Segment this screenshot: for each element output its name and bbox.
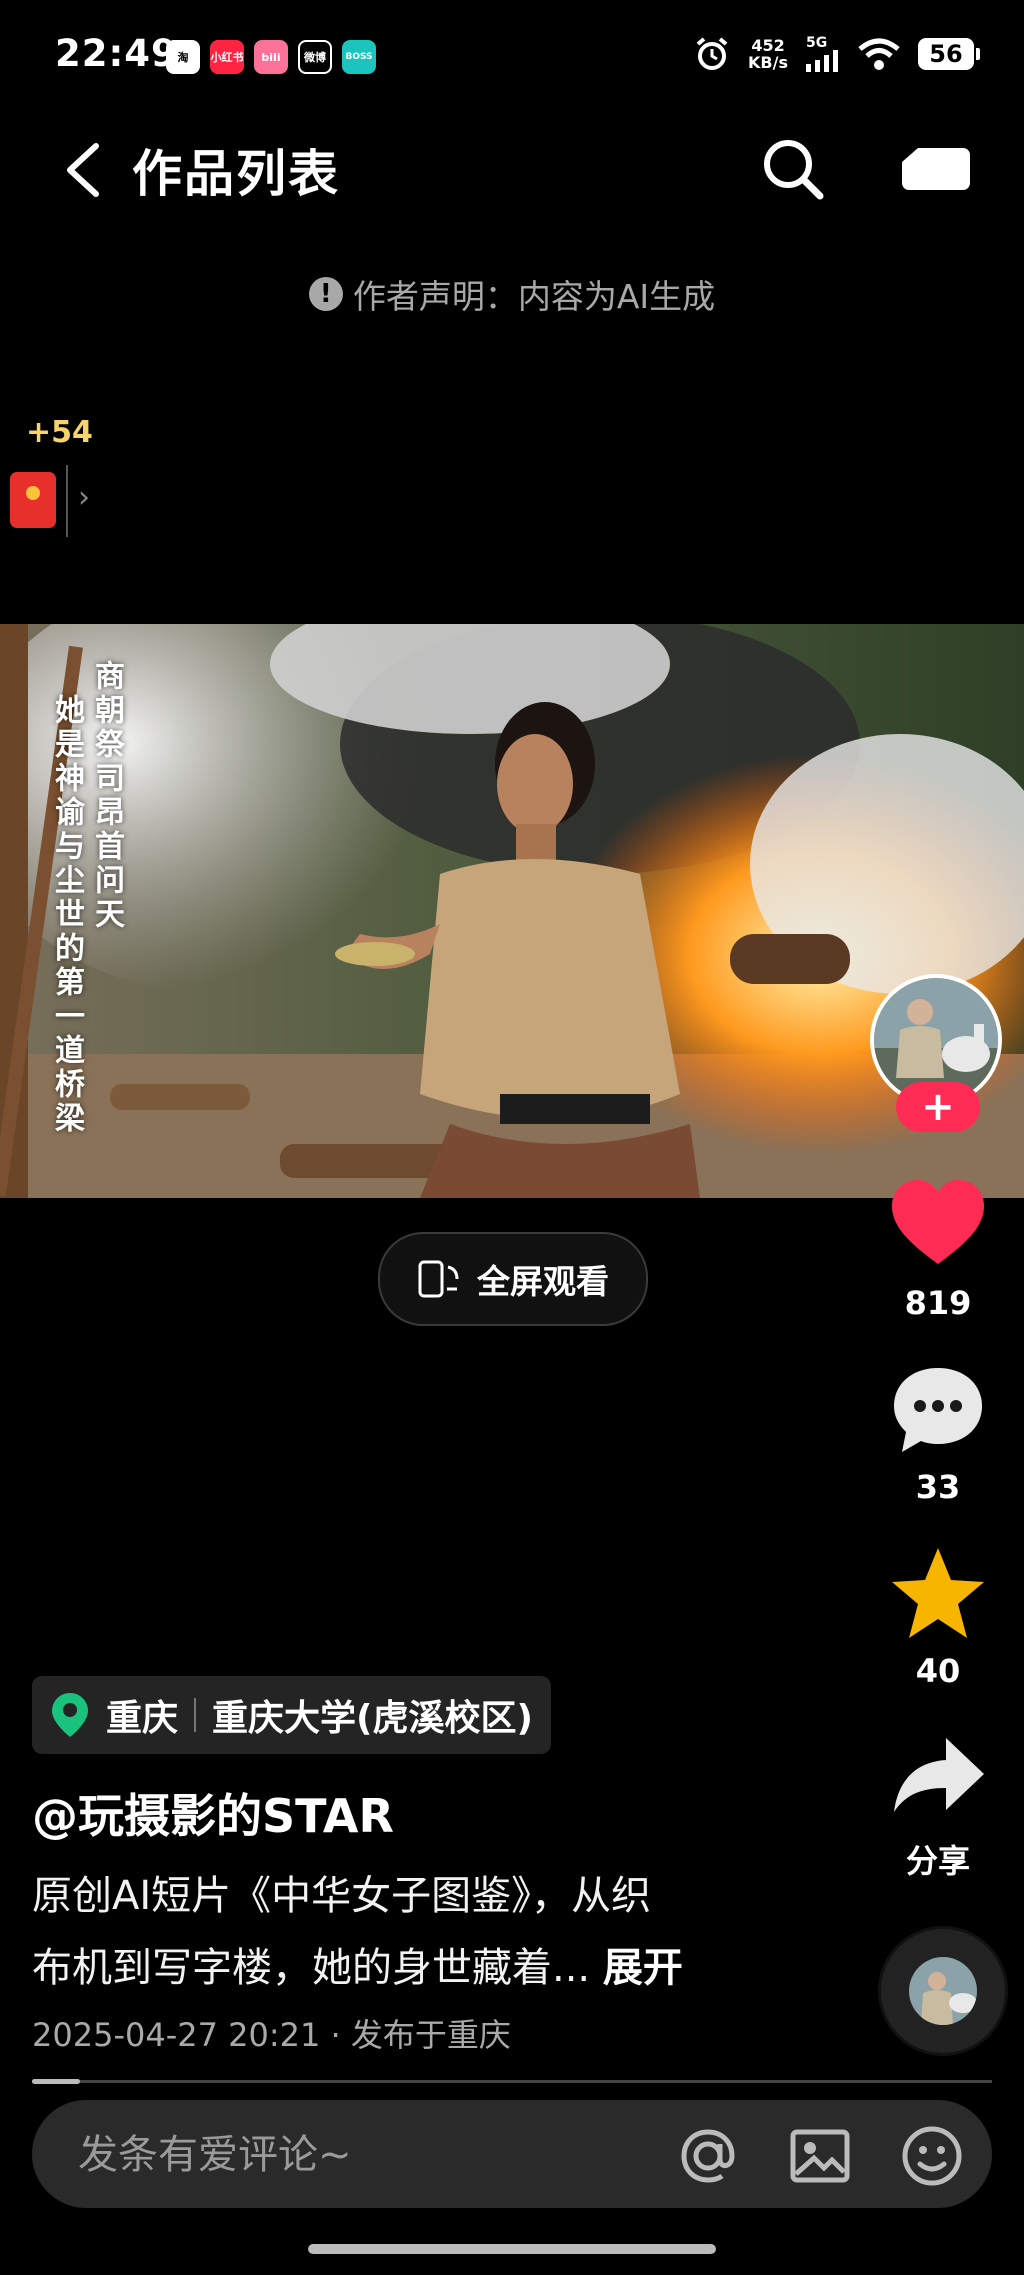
ai-notice-text: 作者声明：内容为AI生成 — [352, 277, 716, 316]
expand-button[interactable]: 展开 — [603, 1945, 683, 1991]
emoji-icon[interactable] — [900, 2124, 964, 2188]
video-camera-icon[interactable] — [900, 142, 972, 196]
share-label: 分享 — [905, 1842, 970, 1880]
divider — [194, 1698, 197, 1732]
description-line-2: 布机到写字楼，她的身世藏着... 展开 — [32, 1932, 732, 2004]
music-disc[interactable] — [878, 1926, 1008, 2056]
favorite-count: 40 — [915, 1652, 961, 1690]
description-text: 布机到写字楼，她的身世藏着... — [32, 1945, 591, 1991]
bilibili-icon: bili — [254, 40, 288, 74]
progress-fill — [32, 2079, 80, 2084]
taobao-icon: 淘 — [166, 40, 200, 74]
video-description: 原创AI短片《中华女子图鉴》，从织 布机到写字楼，她的身世藏着... 展开 — [32, 1860, 732, 2004]
favorite-star-icon[interactable] — [888, 1544, 988, 1644]
share-arrow-icon[interactable] — [888, 1728, 988, 1828]
like-count: 819 — [904, 1284, 972, 1322]
notification-app-icons: 淘 小红书 bili 微博 BOSS — [166, 40, 376, 74]
location-place: 重庆大学(虎溪校区) — [212, 1698, 533, 1739]
location-city: 重庆 — [106, 1698, 179, 1739]
comment-bar — [32, 2100, 992, 2208]
red-packet-icon[interactable] — [10, 472, 56, 528]
home-indicator[interactable] — [308, 2244, 716, 2254]
follow-button[interactable]: + — [896, 1082, 980, 1132]
comment-bubble-icon[interactable] — [888, 1360, 988, 1460]
weibo-icon: 微博 — [298, 40, 332, 74]
divider — [66, 465, 68, 537]
location-tag[interactable]: 重庆 重庆大学(虎溪校区) — [32, 1676, 551, 1754]
red-packet-count: +54 — [26, 415, 93, 450]
status-time: 22:49 — [55, 32, 178, 75]
alarm-icon — [696, 37, 728, 70]
back-arrow-icon[interactable] — [58, 138, 108, 202]
comment-count: 33 — [915, 1468, 961, 1506]
xiaohongshu-icon: 小红书 — [210, 40, 244, 74]
description-line: 原创AI短片《中华女子图鉴》，从织 — [32, 1873, 652, 1919]
video-player[interactable]: 商朝祭司昂首问天 她是神谕与尘世的第一道桥梁 — [0, 624, 1024, 1198]
page-title: 作品列表 — [132, 145, 340, 203]
comment-input[interactable] — [76, 2126, 640, 2184]
mention-at-icon[interactable] — [676, 2124, 740, 2188]
boss-zhipin-icon: BOSS — [342, 40, 376, 74]
cellular-signal-icon: 5G — [806, 36, 840, 72]
search-icon[interactable] — [760, 136, 826, 202]
author-name[interactable]: @玩摄影的STAR — [32, 1780, 394, 1846]
like-heart-icon[interactable] — [888, 1176, 988, 1276]
network-speed: 452 KB/s — [748, 36, 788, 72]
video-caption-left: 她是神谕与尘世的第一道桥梁 — [49, 694, 84, 1136]
image-icon[interactable] — [788, 2124, 852, 2188]
status-indicators: 452 KB/s 5G 56 — [694, 36, 980, 72]
location-pin-icon — [52, 1693, 88, 1737]
info-icon: ! — [308, 277, 343, 311]
fullscreen-label: 全屏观看 — [477, 1262, 609, 1301]
publish-meta: 2025-04-27 20:21 · 发布于重庆 — [32, 2016, 511, 2054]
wifi-icon — [858, 38, 900, 70]
fullscreen-button[interactable]: 全屏观看 — [378, 1232, 648, 1326]
battery-indicator: 56 — [918, 38, 980, 70]
video-caption-right: 商朝祭司昂首问天 — [89, 660, 124, 932]
music-cover-icon — [909, 1957, 977, 2025]
progress-track[interactable] — [32, 2080, 992, 2083]
ai-content-notice: ! 作者声明：内容为AI生成 — [0, 270, 1024, 318]
chevron-right-icon[interactable]: › — [78, 480, 90, 515]
rotate-screen-icon — [418, 1260, 459, 1298]
video-frame — [0, 624, 1024, 1198]
